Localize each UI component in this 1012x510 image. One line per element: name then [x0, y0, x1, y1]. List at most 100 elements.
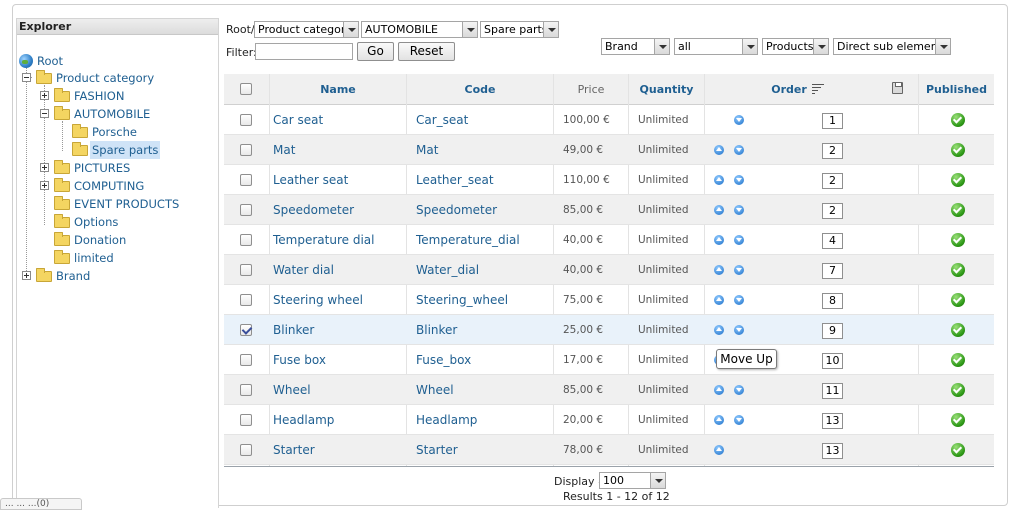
row-checkbox[interactable] [240, 414, 252, 426]
product-code-link[interactable]: Headlamp [416, 405, 477, 435]
go-button[interactable]: Go [357, 42, 394, 61]
order-input[interactable]: 2 [822, 143, 843, 159]
product-name-link[interactable]: Temperature dial [273, 225, 374, 255]
published-check-icon[interactable] [951, 263, 965, 277]
order-input[interactable]: 1 [822, 113, 843, 129]
product-name-link[interactable]: Speedometer [273, 195, 354, 225]
product-name-link[interactable]: Blinker [273, 315, 314, 345]
row-checkbox[interactable] [240, 354, 252, 366]
tree-node-donation[interactable]: Donation [40, 231, 217, 249]
move-down-icon[interactable] [734, 295, 744, 305]
move-up-icon[interactable] [714, 325, 724, 335]
product-code-link[interactable]: Leather_seat [416, 165, 494, 195]
move-down-icon[interactable] [734, 415, 744, 425]
row-checkbox[interactable] [240, 114, 252, 126]
product-code-link[interactable]: Wheel [416, 375, 454, 405]
category-select[interactable]: Product category [254, 21, 359, 38]
product-name-link[interactable]: Headlamp [273, 405, 334, 435]
table-row[interactable]: Fuse box Fuse_box 17,00 € Unlimited 10 [224, 345, 994, 375]
tree-node-spare-parts[interactable]: Spare parts [58, 141, 217, 159]
product-code-link[interactable]: Temperature_dial [416, 225, 520, 255]
tree-node-limited[interactable]: limited [40, 249, 217, 267]
product-name-link[interactable]: Fuse box [273, 345, 326, 375]
tree-node-product-category[interactable]: Product category [22, 69, 217, 87]
order-input[interactable]: 8 [822, 293, 843, 309]
product-code-link[interactable]: Car_seat [416, 105, 468, 135]
move-down-icon[interactable] [734, 145, 744, 155]
tree-node-automobile[interactable]: AUTOMOBILE [40, 105, 217, 123]
table-row[interactable]: Blinker Blinker 25,00 € Unlimited 9 [224, 315, 994, 345]
row-checkbox[interactable] [240, 264, 252, 276]
move-up-icon[interactable] [714, 265, 724, 275]
published-check-icon[interactable] [951, 233, 965, 247]
published-check-icon[interactable] [951, 203, 965, 217]
order-input[interactable]: 2 [822, 173, 843, 189]
row-checkbox[interactable] [240, 324, 252, 336]
product-code-link[interactable]: Steering_wheel [416, 285, 508, 315]
order-input[interactable]: 4 [822, 233, 843, 249]
header-published[interactable]: Published [919, 74, 994, 105]
row-checkbox[interactable] [240, 384, 252, 396]
move-down-icon[interactable] [734, 385, 744, 395]
move-down-icon[interactable] [734, 205, 744, 215]
automobile-select[interactable]: AUTOMOBILE [361, 21, 478, 38]
header-name[interactable]: Name [270, 74, 406, 105]
table-row[interactable]: Wheel Wheel 85,00 € Unlimited 11 [224, 375, 994, 405]
published-check-icon[interactable] [951, 443, 965, 457]
select-all-checkbox[interactable] [240, 83, 252, 95]
sort-order-icon[interactable] [812, 82, 824, 94]
row-checkbox[interactable] [240, 294, 252, 306]
filter-input[interactable] [255, 43, 353, 60]
product-name-link[interactable]: Steering wheel [273, 285, 363, 315]
table-row[interactable]: Car seat Car_seat 100,00 € Unlimited 1 [224, 105, 994, 135]
tree-node-fashion[interactable]: FASHION [40, 87, 217, 105]
published-check-icon[interactable] [951, 293, 965, 307]
move-up-icon[interactable] [714, 175, 724, 185]
tree-node-brand[interactable]: Brand [22, 267, 217, 285]
row-checkbox[interactable] [240, 174, 252, 186]
table-row[interactable]: Starter Starter 78,00 € Unlimited 13 [224, 435, 994, 465]
published-check-icon[interactable] [951, 383, 965, 397]
expand-icon[interactable] [40, 163, 49, 172]
table-row[interactable]: Speedometer Speedometer 85,00 € Unlimited 2 [224, 195, 994, 225]
order-input[interactable]: 2 [822, 203, 843, 219]
order-input[interactable]: 10 [822, 353, 843, 369]
header-price[interactable]: Price [554, 74, 628, 105]
tree-node-options[interactable]: Options [40, 213, 217, 231]
expand-icon[interactable] [22, 271, 31, 280]
published-check-icon[interactable] [951, 143, 965, 157]
published-check-icon[interactable] [951, 413, 965, 427]
product-name-link[interactable]: Water dial [273, 255, 334, 285]
move-up-icon[interactable] [714, 385, 724, 395]
product-code-link[interactable]: Starter [416, 435, 458, 465]
header-quantity[interactable]: Quantity [629, 74, 704, 105]
move-up-icon[interactable] [714, 235, 724, 245]
move-down-icon[interactable] [734, 265, 744, 275]
product-code-link[interactable]: Fuse_box [416, 345, 471, 375]
move-down-icon[interactable] [734, 325, 744, 335]
published-check-icon[interactable] [951, 323, 965, 337]
row-checkbox[interactable] [240, 144, 252, 156]
header-code[interactable]: Code [407, 74, 553, 105]
expand-icon[interactable] [40, 181, 49, 190]
table-row[interactable]: Headlamp Headlamp 20,00 € Unlimited 13 [224, 405, 994, 435]
product-name-link[interactable]: Car seat [273, 105, 323, 135]
brand-select[interactable]: Brand [601, 38, 670, 55]
expand-icon[interactable] [40, 91, 49, 100]
row-checkbox[interactable] [240, 204, 252, 216]
product-code-link[interactable]: Water_dial [416, 255, 479, 285]
tree-node-pictures[interactable]: PICTURES [40, 159, 217, 177]
product-code-link[interactable]: Speedometer [416, 195, 497, 225]
table-row[interactable]: Leather seat Leather_seat 110,00 € Unlimite… [224, 165, 994, 195]
move-up-icon[interactable] [714, 415, 724, 425]
table-row[interactable]: Steering wheel Steering_wheel 75,00 € Unlim… [224, 285, 994, 315]
order-input[interactable]: 13 [822, 413, 843, 429]
move-up-icon[interactable] [714, 295, 724, 305]
move-down-icon[interactable] [734, 175, 744, 185]
published-check-icon[interactable] [951, 173, 965, 187]
display-count-select[interactable]: 100 [599, 472, 666, 489]
collapse-icon[interactable] [40, 109, 49, 118]
move-up-icon[interactable] [714, 145, 724, 155]
product-name-link[interactable]: Starter [273, 435, 315, 465]
product-name-link[interactable]: Mat [273, 135, 295, 165]
